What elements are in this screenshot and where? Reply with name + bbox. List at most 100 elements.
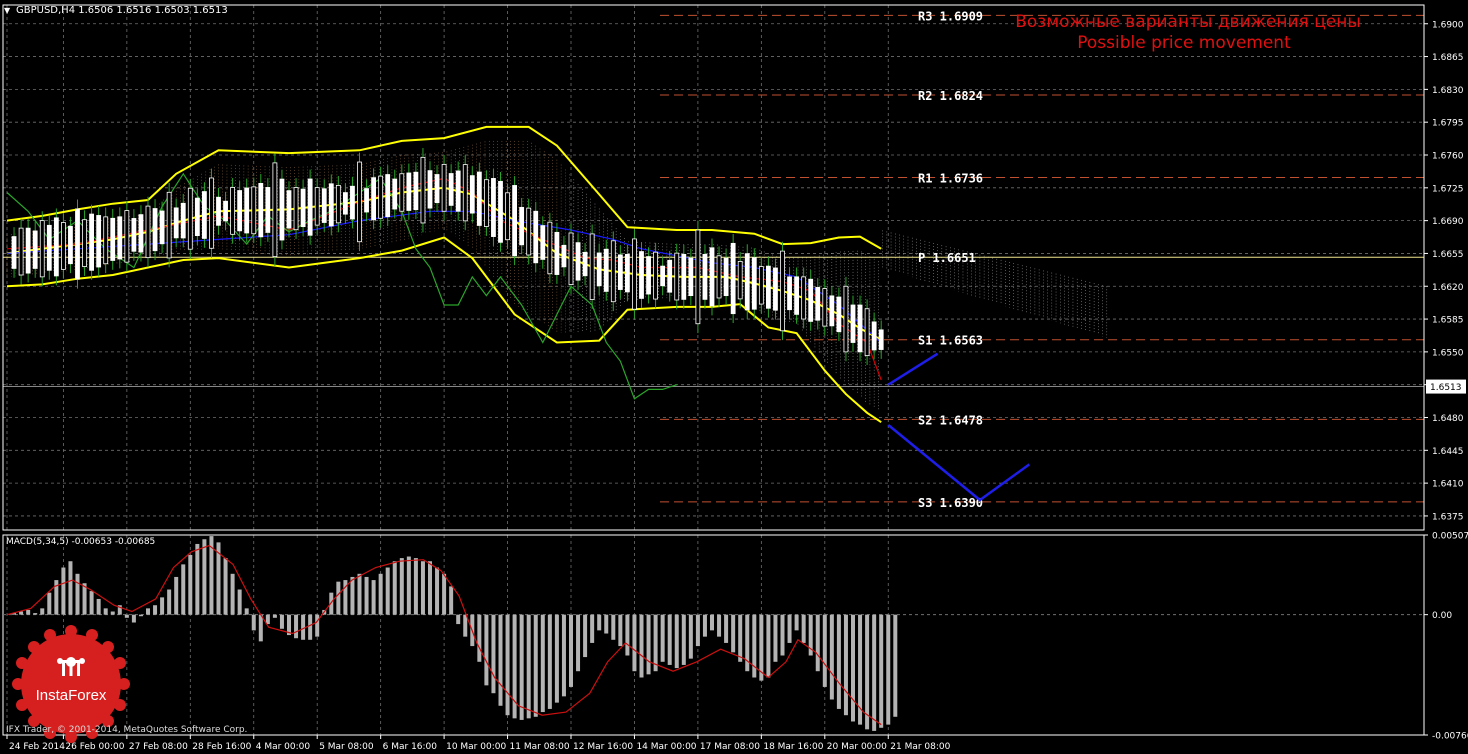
candle-body	[575, 242, 581, 281]
macd-bar	[717, 614, 722, 637]
macd-header: MACD(5,34,5) -0.00653 -0.00685	[6, 537, 155, 547]
candle-body	[822, 288, 828, 327]
macd-bar	[413, 558, 418, 615]
candle-body	[540, 225, 546, 260]
candle-body	[223, 200, 228, 222]
macd-bar	[449, 586, 454, 615]
candle-body	[857, 304, 863, 353]
candle-body	[357, 161, 362, 243]
macd-bar	[526, 614, 531, 719]
candle-body	[702, 253, 708, 300]
macd-bar	[872, 614, 877, 731]
macd-bar	[378, 573, 383, 615]
macd-bar	[618, 614, 623, 647]
candle-body	[780, 250, 785, 332]
macd-bar	[435, 567, 440, 615]
macd-bar	[89, 591, 94, 615]
candle-body	[843, 285, 849, 353]
macd-bar	[223, 558, 228, 615]
time-tick-label: 17 Mar 08:00	[700, 742, 760, 752]
candle-body	[371, 177, 377, 221]
candle-body	[801, 276, 807, 320]
macd-bar	[244, 608, 249, 615]
macd-bar	[188, 554, 193, 615]
macd-bar	[702, 614, 707, 637]
price-chart[interactable]: R3 1.6909 R2 1.6824 R1 1.6736 P 1.6651 S1 1.…	[0, 0, 1468, 754]
candle-body	[610, 240, 616, 303]
candle-body	[385, 174, 391, 218]
macd-bar	[879, 614, 884, 728]
price-tick-label: 1.6760	[1432, 152, 1464, 162]
candle-body	[131, 218, 137, 252]
macd-bar	[294, 614, 299, 639]
candle-body	[413, 171, 419, 211]
macd-panel	[3, 536, 1424, 731]
candle-body	[11, 236, 17, 269]
level-label-s1: S1 1.6563	[918, 334, 983, 348]
macd-frame	[2, 534, 1425, 736]
current-price-label: 1.6513	[1430, 383, 1462, 393]
price-tick-label: 1.6410	[1432, 480, 1464, 490]
macd-bar	[336, 581, 341, 615]
candle-body	[39, 220, 45, 278]
macd-bar	[491, 614, 496, 694]
candle-body	[808, 278, 814, 322]
macd-bar	[660, 614, 665, 662]
macd-bar	[350, 576, 355, 615]
macd-bar	[174, 576, 179, 615]
time-tick-label: 20 Mar 00:00	[827, 742, 887, 752]
macd-bar	[625, 614, 630, 656]
macd-bar	[583, 614, 588, 658]
macd-bar	[865, 614, 870, 730]
candle-body	[392, 178, 398, 210]
level-label-r3: R3 1.6909	[918, 9, 983, 23]
candle-body	[173, 207, 179, 239]
candle-body	[519, 206, 525, 246]
candle-body	[279, 178, 285, 241]
candle-body	[124, 210, 130, 263]
candle-body	[237, 190, 243, 232]
macd-bar	[315, 614, 320, 637]
macd-bar	[886, 614, 891, 725]
macd-bar	[780, 614, 785, 656]
macd-bar	[371, 580, 376, 615]
candle-body	[314, 187, 320, 226]
macd-tick-label: -0.00766	[1432, 732, 1468, 742]
candle-body	[328, 183, 334, 227]
candle-body	[568, 232, 574, 285]
candle-body	[434, 174, 440, 204]
time-tick-label: 6 Mar 16:00	[383, 742, 438, 752]
candle-body	[462, 164, 468, 222]
macd-bar	[47, 592, 52, 615]
macd-bar	[569, 614, 573, 687]
annotation-ru: Возможные варианты движения цены	[1015, 12, 1361, 32]
candle-body	[864, 308, 870, 357]
candle-body	[646, 256, 651, 295]
macd-bar	[301, 614, 306, 640]
time-tick-label: 5 Mar 08:00	[319, 742, 374, 752]
macd-bar	[688, 614, 693, 659]
macd-bar	[829, 614, 834, 700]
candle-body	[117, 216, 123, 260]
macd-bar	[646, 614, 651, 675]
logo-text: InstaForex	[35, 687, 107, 704]
candle-body	[716, 255, 722, 299]
candle-body	[766, 265, 771, 309]
macd-bar	[428, 561, 432, 615]
candle-body	[103, 216, 109, 265]
macd-bar	[822, 614, 827, 687]
macd-bar	[576, 614, 581, 672]
macd-bar	[202, 539, 207, 615]
candle-body	[441, 163, 447, 212]
candle-body	[378, 175, 384, 219]
candle-body	[836, 296, 842, 333]
chart-menu-arrow[interactable]: ▼	[4, 6, 11, 15]
time-tick-label: 4 Mar 00:00	[256, 742, 311, 752]
macd-bar	[195, 543, 200, 615]
candle-body	[547, 221, 553, 275]
macd-bar	[604, 614, 609, 634]
macd-bar	[843, 614, 848, 716]
macd-bar	[695, 614, 700, 647]
candle-body	[871, 321, 877, 351]
macd-bar	[110, 611, 115, 615]
